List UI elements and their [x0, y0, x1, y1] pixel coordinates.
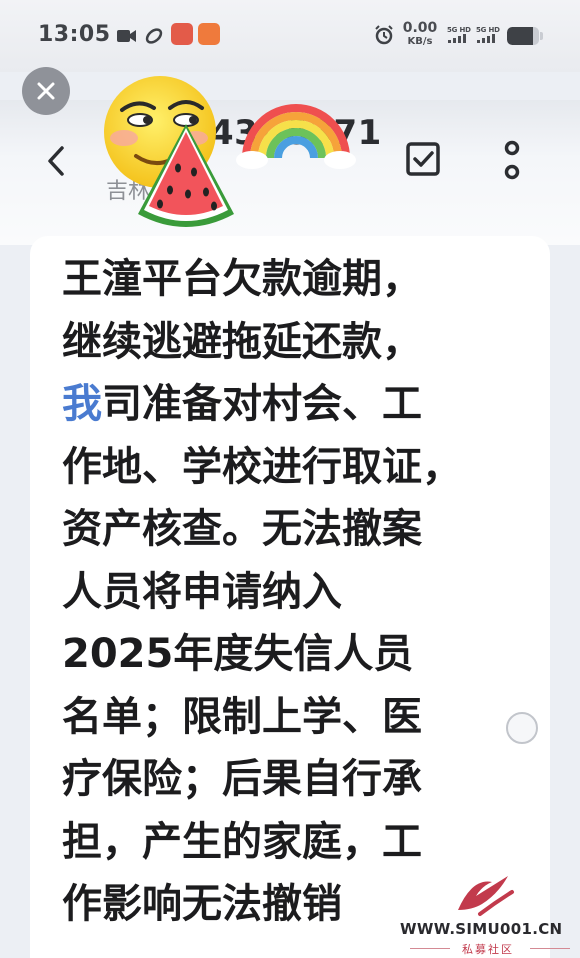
battery-cap	[540, 32, 543, 40]
more-vertical-icon	[504, 140, 520, 180]
network-speed-unit: KB/s	[407, 36, 433, 47]
message-line: 资产核查。无法撤案	[62, 506, 422, 552]
message-line: 我司准备对村会、工	[62, 381, 422, 427]
alarm-icon	[375, 25, 393, 45]
camera-icon	[117, 30, 136, 42]
status-time: 13:05	[38, 22, 111, 47]
network-speed-value: 0.00	[402, 20, 438, 36]
watermelon-sticker	[138, 124, 234, 227]
link-icon	[145, 28, 163, 44]
network-speed: 0.00 KB/s	[400, 20, 440, 48]
back-button[interactable]	[40, 143, 72, 179]
rainbow-sticker	[236, 104, 356, 169]
message-line: 王潼平台欠款逾期，	[62, 256, 422, 302]
select-messages-button[interactable]	[404, 140, 442, 178]
more-options-button[interactable]	[497, 140, 527, 182]
battery-level	[507, 27, 533, 45]
select-check-icon	[406, 142, 440, 176]
battery-icon	[507, 27, 539, 45]
status-bar: 13:05 0.00 KB/s 5G HD 5G HD	[0, 0, 580, 72]
app-notification-icon	[198, 23, 220, 45]
simu-logo-icon	[458, 876, 514, 916]
back-arrow-icon	[48, 146, 64, 176]
highlighted-character: 我	[62, 381, 102, 427]
watermark-url: WWW.SIMU001.CN	[400, 920, 563, 938]
message-line: 继续逃避拖延还款，	[62, 318, 422, 365]
close-icon	[37, 82, 55, 100]
watermark-divider	[530, 948, 570, 949]
message-line: 名单；限制上学、医	[62, 693, 422, 740]
message-bubble[interactable]: 王潼平台欠款逾期， 继续逃避拖延还款， 我司准备对村会、工 作地、学校进行取证， 资产核…	[30, 236, 550, 958]
app-notification-icon	[171, 23, 193, 45]
message-line: 人员将申请纳入	[62, 568, 342, 615]
message-line: 疗保险；后果自行承	[62, 756, 422, 802]
close-button[interactable]	[22, 67, 70, 115]
message-select-checkbox[interactable]	[506, 712, 538, 744]
site-watermark: WWW.SIMU001.CN 私募社区	[396, 872, 580, 958]
signal-icon	[477, 33, 495, 43]
message-text: 王潼平台欠款逾期， 继续逃避拖延还款， 我司准备对村会、工 作地、学校进行取证， 资产核…	[62, 248, 502, 936]
watermark-label: 私募社区	[462, 943, 514, 956]
signal-icon	[448, 33, 466, 43]
message-line: 作地、学校进行取证，	[62, 443, 462, 490]
message-line: 2025年度失信人员	[62, 631, 414, 677]
message-line: 担，产生的家庭，工	[62, 818, 422, 865]
